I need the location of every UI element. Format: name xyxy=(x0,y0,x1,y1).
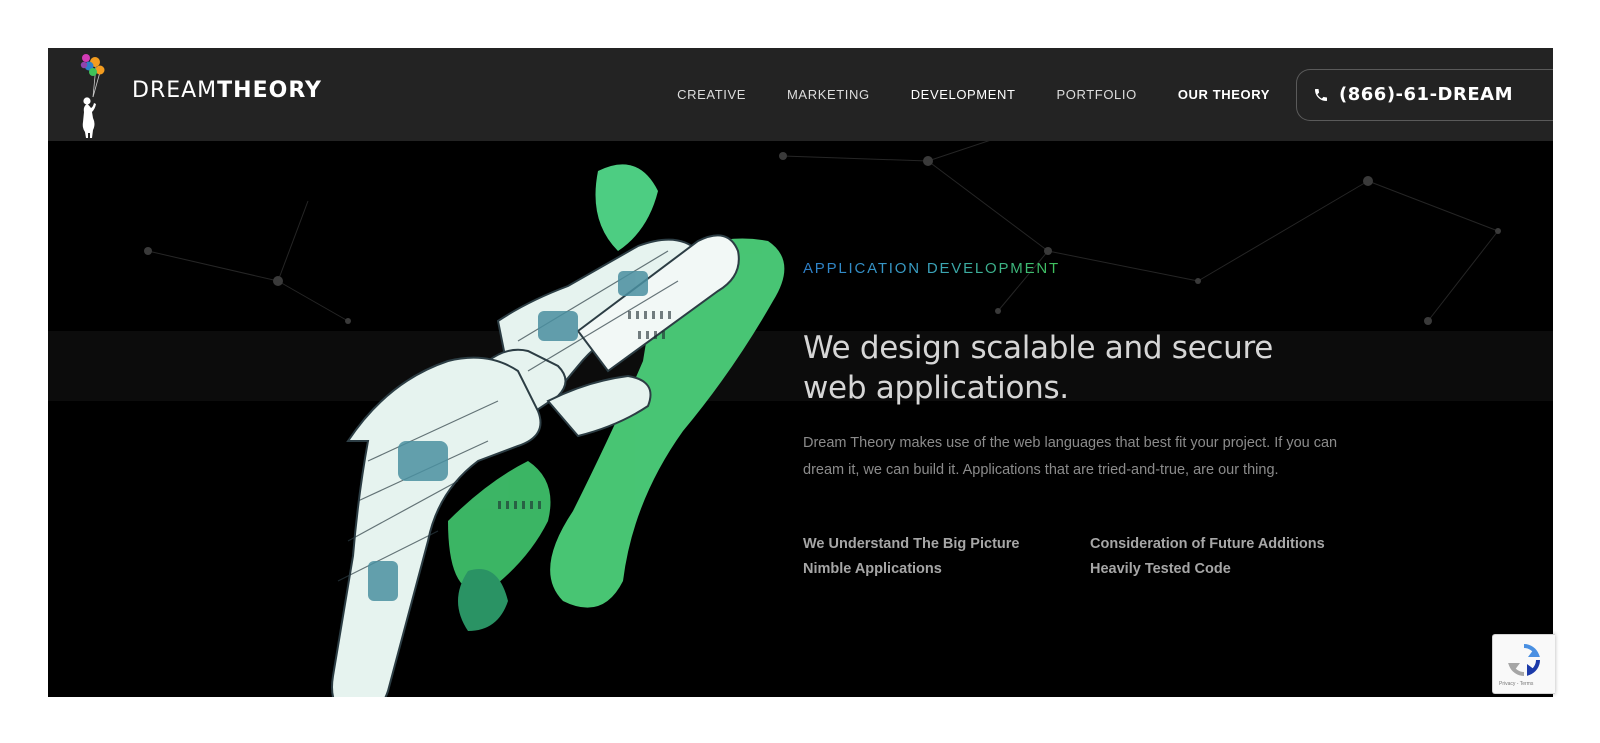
nav-item-our-theory[interactable]: OUR THEORY xyxy=(1178,87,1270,102)
recaptcha-links: Privacy - Terms xyxy=(1499,681,1534,687)
brand-name-bold: THEORY xyxy=(217,78,322,103)
hands-typing-illustration xyxy=(331,164,785,697)
feature-item: Heavily Tested Code xyxy=(1090,561,1231,577)
nav-item-creative[interactable]: CREATIVE xyxy=(677,87,746,102)
nav-item-marketing[interactable]: MARKETING xyxy=(787,87,870,102)
feature-item: Consideration of Future Additions xyxy=(1090,536,1325,552)
phone-button[interactable]: (866)-61-DREAM xyxy=(1296,68,1553,121)
hero-section: APPLICATION DEVELOPMENT We design scalab… xyxy=(48,141,1553,697)
phone-icon xyxy=(1315,88,1328,101)
feature-item: Nimble Applications xyxy=(803,561,942,577)
brand-wordmark: DREAMTHEORY xyxy=(132,78,322,103)
recaptcha-icon xyxy=(1508,644,1540,676)
nav-item-development[interactable]: DEVELOPMENT xyxy=(911,87,1016,102)
section-eyebrow: APPLICATION DEVELOPMENT xyxy=(803,260,1061,277)
nav-item-portfolio[interactable]: PORTFOLIO xyxy=(1057,87,1137,102)
site-frame: DREAMTHEORY CREATIVE MARKETING DEVELOPME… xyxy=(48,48,1553,697)
recaptcha-badge[interactable]: Privacy - Terms xyxy=(1492,634,1555,694)
main-nav: CREATIVE MARKETING DEVELOPMENT PORTFOLIO… xyxy=(677,48,1553,141)
phone-number: (866)-61-DREAM xyxy=(1339,84,1513,105)
brand-logo[interactable]: DREAMTHEORY xyxy=(78,52,321,140)
feature-list: We Understand The Big Picture Considerat… xyxy=(803,536,1343,577)
hero-headline: We design scalable and secure web applic… xyxy=(803,330,1273,406)
girl-with-balloons-icon xyxy=(80,54,105,138)
feature-item: We Understand The Big Picture xyxy=(803,536,1020,552)
brand-name-light: DREAM xyxy=(132,78,218,103)
hero-content: APPLICATION DEVELOPMENT We design scalab… xyxy=(803,260,1343,577)
top-navigation-bar: DREAMTHEORY CREATIVE MARKETING DEVELOPME… xyxy=(48,48,1553,141)
hero-description: Dream Theory makes use of the web langua… xyxy=(803,435,1338,478)
